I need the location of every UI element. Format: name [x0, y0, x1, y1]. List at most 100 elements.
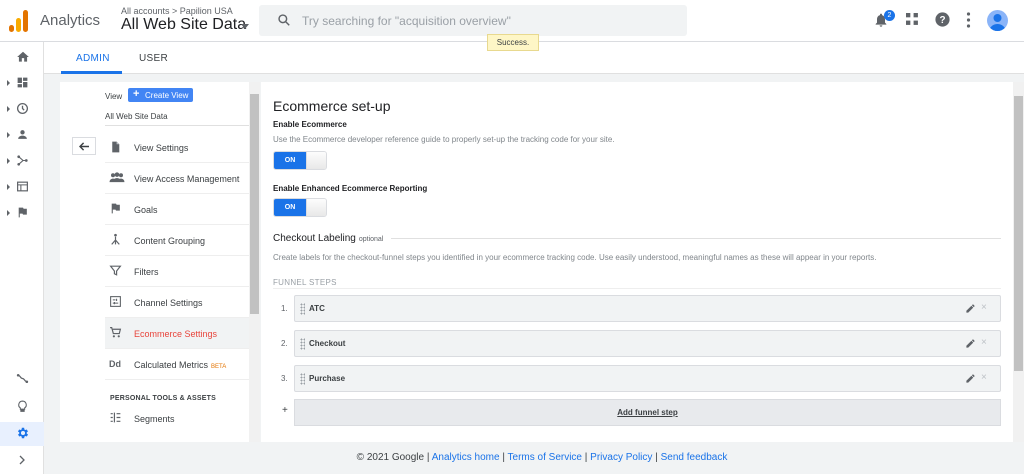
tab-user[interactable]: USER — [139, 53, 168, 64]
divider — [273, 288, 1001, 289]
enable-ecommerce-help: Use the Ecommerce developer reference gu… — [273, 135, 615, 144]
analytics-logo-icon[interactable] — [9, 10, 29, 32]
funnel-step[interactable]: Checkout × — [294, 330, 1001, 357]
toggle-knob — [306, 152, 326, 169]
menu-item-calculated-metrics[interactable]: Dd Calculated Metrics BETA — [105, 349, 253, 380]
people-icon — [109, 172, 125, 183]
admin-column-scrollbar[interactable] — [249, 82, 260, 442]
segments-icon — [110, 412, 121, 423]
flag-icon — [18, 207, 27, 218]
close-icon[interactable]: × — [981, 372, 987, 384]
notification-badge: 2 — [884, 10, 895, 21]
menu-item-channel-settings[interactable]: Channel Settings — [105, 287, 253, 318]
analytics-home-link[interactable]: Analytics home — [432, 452, 500, 463]
help-icon[interactable]: ? — [934, 11, 951, 28]
behavior-icon — [17, 181, 28, 192]
flag-icon — [111, 203, 120, 214]
drag-handle-icon[interactable] — [300, 373, 305, 385]
dashboard-icon — [17, 77, 28, 88]
footer: © 2021 Google | Analytics home | Terms o… — [0, 452, 1024, 463]
expand-arrow-icon — [7, 132, 10, 138]
divider — [391, 238, 1001, 239]
privacy-policy-link[interactable]: Privacy Policy — [590, 452, 652, 463]
funnel-step[interactable]: ATC × — [294, 295, 1001, 322]
scrollbar-thumb[interactable] — [1014, 96, 1023, 371]
avatar[interactable] — [987, 10, 1008, 31]
send-feedback-link[interactable]: Send feedback — [661, 452, 728, 463]
enhanced-ecommerce-toggle[interactable]: ON — [273, 198, 327, 217]
ecommerce-settings-panel: Ecommerce set-up Enable Ecommerce Use th… — [261, 82, 1013, 442]
optional-label: optional — [358, 236, 384, 243]
step-number: 1. — [281, 304, 288, 313]
funnel-step-name: Purchase — [309, 374, 346, 383]
pencil-icon[interactable] — [965, 303, 976, 314]
menu-item-segments[interactable]: Segments — [105, 403, 253, 434]
toggle-knob — [306, 199, 326, 216]
toggle-on-label: ON — [274, 152, 306, 169]
rail-admin[interactable] — [0, 422, 44, 446]
rail-conversions[interactable] — [0, 202, 44, 226]
acquisition-icon — [17, 155, 28, 166]
view-admin-column: View + Create View All Web Site Data View… — [60, 82, 260, 442]
rail-behavior[interactable] — [0, 176, 44, 200]
more-vert-icon[interactable] — [966, 12, 971, 28]
menu-item-label: Filters — [134, 267, 159, 277]
close-icon[interactable]: × — [981, 337, 987, 349]
terms-of-service-link[interactable]: Terms of Service — [508, 452, 582, 463]
menu-item-content-grouping[interactable]: Content Grouping — [105, 225, 253, 256]
rail-attribution[interactable] — [0, 368, 44, 392]
section-header: PERSONAL TOOLS & ASSETS — [110, 395, 216, 402]
shopping-cart-icon — [110, 327, 122, 338]
expand-arrow-icon — [7, 184, 10, 190]
toggle-on-label: ON — [274, 199, 306, 216]
svg-text:?: ? — [939, 15, 945, 26]
menu-item-ecommerce-settings[interactable]: Ecommerce Settings — [105, 318, 253, 349]
separator: | — [426, 452, 430, 463]
rail-audience[interactable] — [0, 124, 44, 148]
lightbulb-icon — [18, 400, 27, 412]
drag-handle-icon[interactable] — [300, 338, 305, 350]
attribution-icon — [16, 373, 29, 384]
step-number: 3. — [281, 374, 288, 383]
pencil-icon[interactable] — [965, 338, 976, 349]
plus-icon: + — [133, 88, 140, 100]
menu-item-label: View Settings — [134, 143, 189, 153]
rail-home[interactable] — [0, 46, 44, 70]
rail-realtime[interactable] — [0, 98, 44, 122]
add-funnel-step-button[interactable]: Add funnel step — [294, 399, 1001, 426]
view-name[interactable]: All Web Site Data — [105, 112, 168, 121]
apps-grid-icon[interactable] — [906, 13, 919, 26]
page-scrollbar[interactable] — [1013, 82, 1024, 442]
rail-discover[interactable] — [0, 396, 44, 420]
search-input[interactable] — [302, 12, 662, 30]
step-number: 2. — [281, 339, 288, 348]
expand-arrow-icon — [7, 80, 10, 86]
separator: | — [502, 452, 505, 463]
funnel-step[interactable]: Purchase × — [294, 365, 1001, 392]
left-nav-rail — [0, 42, 44, 474]
account-breadcrumb[interactable]: All accounts > Papilion USA — [121, 6, 233, 16]
drag-handle-icon[interactable] — [300, 303, 305, 315]
menu-item-view-access-management[interactable]: View Access Management — [105, 163, 253, 194]
search-bar[interactable] — [259, 5, 687, 36]
account-selector[interactable]: All Web Site Data — [121, 16, 246, 34]
menu-item-view-settings[interactable]: View Settings — [105, 132, 253, 163]
rail-customization[interactable] — [0, 72, 44, 96]
menu-item-filters[interactable]: Filters — [105, 256, 253, 287]
success-toast: Success. — [487, 34, 539, 51]
view-label: View — [105, 92, 123, 101]
close-icon[interactable]: × — [981, 302, 987, 314]
menu-item-goals[interactable]: Goals — [105, 194, 253, 225]
chevron-down-icon[interactable] — [241, 24, 249, 29]
back-button[interactable] — [72, 137, 96, 155]
rail-acquisition[interactable] — [0, 150, 44, 174]
home-icon — [17, 51, 29, 62]
tab-admin[interactable]: ADMIN — [76, 53, 110, 64]
create-view-button[interactable]: + Create View — [128, 88, 193, 102]
content-grouping-icon — [111, 233, 120, 245]
funnel-step-name: ATC — [309, 304, 325, 313]
scrollbar-thumb[interactable] — [250, 94, 259, 314]
pencil-icon[interactable] — [965, 373, 976, 384]
enable-ecommerce-toggle[interactable]: ON — [273, 151, 327, 170]
back-arrow-icon — [79, 142, 89, 151]
